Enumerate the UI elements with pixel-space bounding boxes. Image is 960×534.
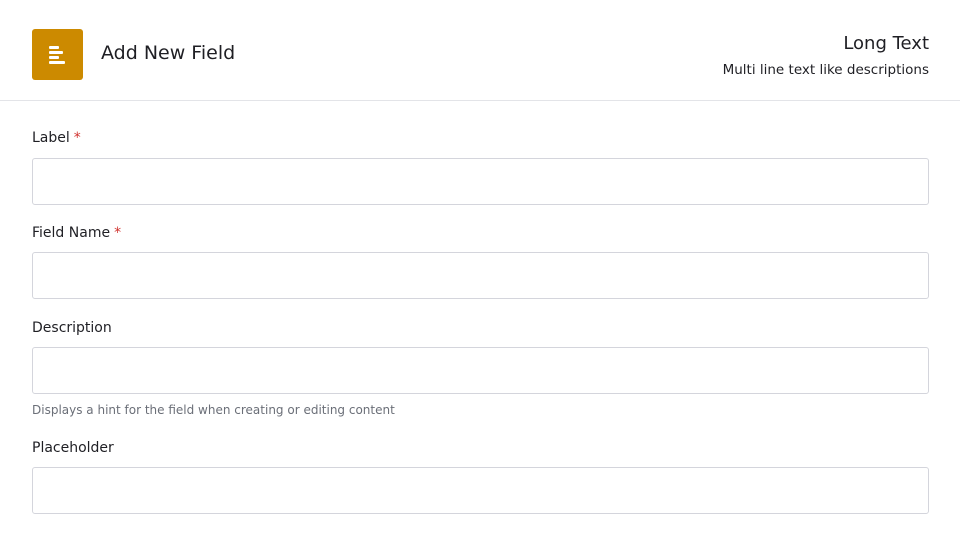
label-text: Label [32,130,70,146]
field-type-name: Long Text [843,33,929,54]
modal-header: Add New Field Long Text Multi line text … [0,0,960,101]
placeholder-input[interactable] [32,467,929,514]
label-input[interactable] [32,158,929,205]
page-title: Add New Field [101,42,236,64]
description-input[interactable] [32,347,929,394]
field-name-label: Field Name * [32,225,121,241]
description-label: Description [32,320,112,336]
text-align-left-icon [32,29,83,80]
description-hint: Displays a hint for the field when creat… [32,403,395,417]
required-mark: * [73,130,81,146]
field-type-description: Multi line text like descriptions [722,62,929,78]
field-name-input[interactable] [32,252,929,299]
label-field-label: Label * [32,130,81,146]
field-name-text: Field Name [32,225,111,241]
placeholder-label: Placeholder [32,440,114,456]
required-mark: * [114,225,122,241]
